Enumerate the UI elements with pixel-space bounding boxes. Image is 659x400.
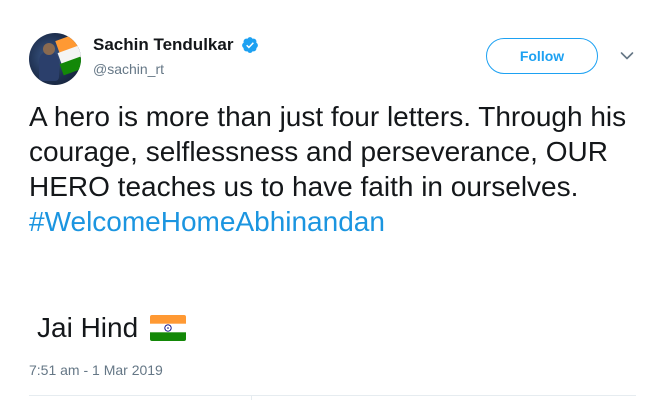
avatar[interactable] [29, 33, 81, 85]
tweet-text: A hero is more than just four letters. T… [29, 99, 639, 239]
tweet-card: Sachin Tendulkar @sachin_rt Follow A her… [0, 0, 659, 400]
follow-button[interactable]: Follow [486, 38, 598, 74]
user-info: Sachin Tendulkar @sachin_rt [93, 35, 259, 77]
verified-badge-icon [242, 37, 258, 53]
hashtag-link[interactable]: #WelcomeHomeAbhinandan [29, 204, 639, 239]
user-handle[interactable]: @sachin_rt [93, 61, 259, 77]
closing-text: Jai Hind [37, 312, 139, 343]
timestamp[interactable]: 7:51 am - 1 Mar 2019 [29, 362, 163, 378]
india-flag-icon [150, 315, 187, 341]
divider-vertical [251, 395, 252, 400]
closing-line: Jai Hind [37, 311, 187, 345]
display-name[interactable]: Sachin Tendulkar [93, 35, 233, 55]
divider [29, 395, 636, 396]
chevron-down-icon[interactable] [620, 51, 634, 61]
tweet-body: A hero is more than just four letters. T… [29, 101, 627, 202]
